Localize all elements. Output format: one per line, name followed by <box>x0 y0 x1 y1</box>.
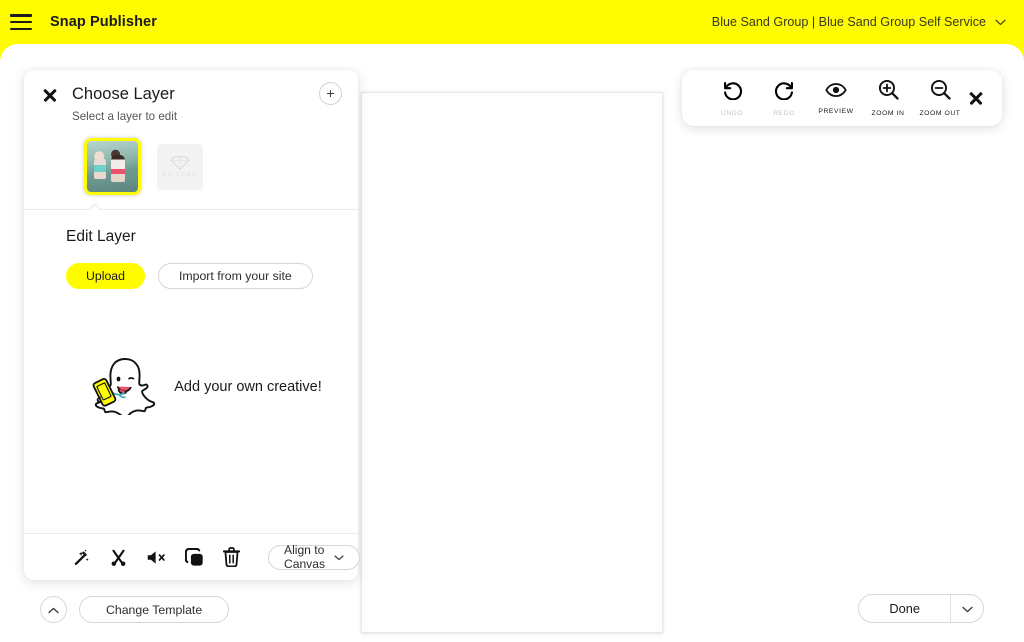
bottom-right-controls: Done <box>858 594 984 623</box>
layer-thumbnail-image <box>87 141 138 192</box>
hamburger-line <box>10 14 32 17</box>
zoom-in-label: ZOOM IN <box>871 110 905 117</box>
hamburger-menu-icon[interactable] <box>10 14 32 30</box>
magic-wand-icon[interactable] <box>72 548 91 567</box>
layer-tools-toolbar: Align to Canvas <box>24 533 361 580</box>
redo-button[interactable]: REDO <box>758 80 810 117</box>
align-to-canvas-dropdown[interactable]: Align to Canvas <box>268 543 361 571</box>
upload-button[interactable]: Upload <box>66 263 145 289</box>
close-icon[interactable] <box>968 90 984 106</box>
zoom-in-icon <box>878 79 899 105</box>
chevron-up-icon <box>48 601 59 619</box>
account-selector[interactable]: Blue Sand Group | Blue Sand Group Self S… <box>712 15 1006 29</box>
layer-thumbnail-logo-label: NO LOGO <box>162 172 198 178</box>
undo-icon <box>722 80 743 105</box>
zoom-in-button[interactable]: ZOOM IN <box>862 79 914 117</box>
undo-label: UNDO <box>720 109 744 117</box>
zoom-out-icon <box>930 79 951 105</box>
redo-icon <box>774 80 795 105</box>
edit-layer-section: Edit Layer Upload Import from your site <box>24 210 358 420</box>
empty-state: Add your own creative! <box>66 353 340 420</box>
zoom-out-button[interactable]: ZOOM OUT <box>914 79 966 117</box>
import-from-site-button[interactable]: Import from your site <box>157 263 313 289</box>
app-header: Snap Publisher Blue Sand Group | Blue Sa… <box>0 0 1024 44</box>
hamburger-line <box>10 27 32 30</box>
trash-icon[interactable] <box>223 547 240 567</box>
chevron-down-icon <box>995 15 1006 29</box>
choose-layer-panel: Choose Layer Select a layer to edit + NO… <box>24 70 361 580</box>
snapchat-ghost-icon <box>90 353 160 420</box>
align-to-canvas-label: Align to Canvas <box>284 543 326 571</box>
layer-thumbnail-photo[interactable] <box>84 138 141 195</box>
panel-title-row: Choose Layer <box>42 85 340 104</box>
snap-publisher-app: Snap Publisher Blue Sand Group | Blue Sa… <box>0 0 1024 642</box>
done-button[interactable]: Done <box>859 595 950 622</box>
scissors-icon[interactable] <box>109 548 128 567</box>
collapse-panel-button[interactable] <box>40 596 67 623</box>
account-name: Blue Sand Group | Blue Sand Group Self S… <box>711 15 986 29</box>
header-curve-divider <box>0 44 1024 66</box>
diamond-icon <box>170 156 190 170</box>
preview-label: PREVIEW <box>818 107 854 115</box>
eye-icon <box>825 82 847 103</box>
panel-subtitle: Select a layer to edit <box>72 110 178 123</box>
done-split-button: Done <box>858 594 984 623</box>
page-title: Choose Layer <box>72 85 175 103</box>
add-layer-label: + <box>326 85 335 101</box>
add-layer-button[interactable]: + <box>319 82 342 105</box>
edit-layer-title: Edit Layer <box>66 228 136 245</box>
empty-state-text: Add your own creative! <box>174 378 322 395</box>
panel-divider <box>24 203 358 210</box>
change-template-button[interactable]: Change Template <box>79 596 230 623</box>
selected-layer-notch <box>88 203 102 210</box>
redo-label: REDO <box>773 109 795 117</box>
chevron-down-icon <box>961 600 973 618</box>
hamburger-line <box>10 20 32 24</box>
panel-header: Choose Layer Select a layer to edit + <box>24 70 358 123</box>
done-dropdown-button[interactable] <box>950 595 983 622</box>
mute-speaker-icon[interactable] <box>146 549 167 566</box>
duplicate-layers-icon[interactable] <box>185 547 205 567</box>
bottom-left-controls: Change Template <box>40 596 230 623</box>
layer-thumbnail-logo[interactable]: NO LOGO <box>157 143 203 190</box>
edit-layer-actions: Upload Import from your site <box>66 263 340 289</box>
app-brand-title: Snap Publisher <box>50 14 157 30</box>
undo-button[interactable]: UNDO <box>706 80 758 117</box>
preview-button[interactable]: PREVIEW <box>810 82 862 115</box>
zoom-out-label: ZOOM OUT <box>919 110 961 117</box>
canvas-toolbar: UNDO REDO PREVIEW ZOOM IN ZOOM OUT <box>682 70 1002 126</box>
chevron-down-icon <box>334 550 344 564</box>
creative-canvas[interactable] <box>361 92 663 633</box>
layer-thumbnail-list: NO LOGO <box>24 123 358 195</box>
close-icon[interactable] <box>42 87 58 103</box>
